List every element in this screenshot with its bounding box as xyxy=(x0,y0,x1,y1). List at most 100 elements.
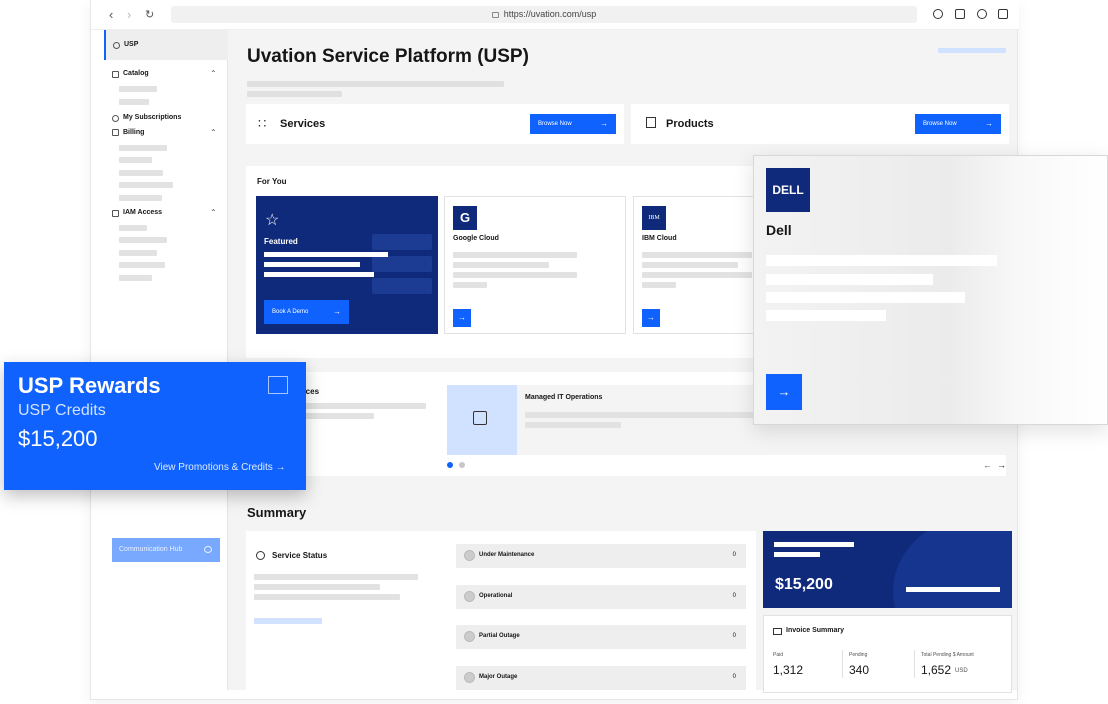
products-title: Products xyxy=(666,118,714,130)
share-icon[interactable] xyxy=(955,9,965,19)
status-label: Major Outage xyxy=(479,674,518,680)
browser-toolbar: ‹ › ↻ https://uvation.com/usp xyxy=(91,0,1019,30)
services-title: Services xyxy=(280,118,326,130)
back-icon[interactable]: ‹ xyxy=(109,8,113,22)
placeholder-line xyxy=(119,86,157,92)
featured-card: ☆ Featured Book A Demo → xyxy=(256,196,438,334)
sidebar-item-subscriptions[interactable]: My Subscriptions xyxy=(123,114,181,121)
server-graphic xyxy=(372,234,432,250)
communication-hub-label: Communication Hub xyxy=(119,546,183,553)
invoice-summary-card: Invoice Summary Paid 1,312 Pending 340 T… xyxy=(763,615,1012,693)
cloud-icon xyxy=(113,42,120,49)
placeholder-line xyxy=(525,422,621,428)
button-label: Browse Now xyxy=(538,121,572,127)
placeholder-line xyxy=(119,262,165,268)
placeholder-line xyxy=(119,157,152,163)
major-outage-icon xyxy=(464,672,475,683)
carousel-dot[interactable] xyxy=(459,462,465,468)
ibm-cloud-arrow-button[interactable]: → xyxy=(642,309,660,327)
placeholder-line xyxy=(247,91,342,97)
card-title: Google Cloud xyxy=(453,235,499,242)
button-label: Book A Demo xyxy=(272,309,309,315)
placeholder-line xyxy=(525,412,765,418)
placeholder-line xyxy=(938,48,1006,53)
dell-card[interactable]: DELL Dell → xyxy=(753,155,1108,425)
placeholder-line xyxy=(906,587,1000,592)
placeholder-line xyxy=(254,594,400,600)
summary-title: Summary xyxy=(247,505,307,520)
status-row-operational: Operational 0 xyxy=(456,585,746,609)
lock-icon xyxy=(112,210,119,217)
chevron-up-icon[interactable]: ⌃ xyxy=(210,69,217,78)
placeholder-line xyxy=(254,574,418,580)
forward-icon[interactable]: › xyxy=(127,8,131,22)
communication-hub-button[interactable]: Communication Hub xyxy=(112,538,220,562)
status-value: 0 xyxy=(732,593,736,599)
placeholder-line xyxy=(642,272,752,278)
carousel-prev-icon[interactable]: ← xyxy=(983,460,992,470)
placeholder-line xyxy=(119,99,149,105)
sidebar: USP Catalog ⌃ My Subscriptions Billing ⌃… xyxy=(104,30,228,690)
placeholder-line xyxy=(254,618,322,624)
carousel-dot-active[interactable] xyxy=(447,462,453,468)
divider xyxy=(842,650,843,678)
invoice-icon xyxy=(773,628,782,635)
placeholder-line xyxy=(642,252,752,258)
ibm-cloud-card[interactable]: IBM IBM Cloud → xyxy=(633,196,763,334)
maintenance-icon xyxy=(464,550,475,561)
placeholder-line xyxy=(766,255,997,266)
chevron-up-icon[interactable]: ⌃ xyxy=(210,128,217,137)
managed-it-title: Managed IT Operations xyxy=(525,394,603,401)
status-value: 0 xyxy=(732,674,736,680)
placeholder-line xyxy=(119,195,162,201)
sidebar-item-label: USP xyxy=(124,41,139,48)
billing-icon xyxy=(112,129,119,136)
download-icon[interactable] xyxy=(933,9,943,19)
sidebar-item-iam[interactable]: IAM Access xyxy=(123,209,162,216)
browse-services-button[interactable]: Browse Now → xyxy=(530,114,616,134)
rewards-subtitle: USP Credits xyxy=(18,402,106,419)
placeholder-line xyxy=(453,272,577,278)
placeholder-line xyxy=(119,225,147,231)
status-row-major-outage: Major Outage 0 xyxy=(456,666,746,690)
invoice-total-unit: USD xyxy=(955,668,968,674)
reload-icon[interactable]: ↻ xyxy=(145,8,154,22)
view-promotions-link[interactable]: View Promotions & Credits → xyxy=(154,462,286,473)
google-cloud-card[interactable]: G Google Cloud → xyxy=(444,196,626,334)
managed-it-thumbnail xyxy=(447,385,517,455)
document-search-icon xyxy=(473,411,487,425)
partial-outage-icon xyxy=(464,631,475,642)
browse-products-button[interactable]: Browse Now → xyxy=(915,114,1001,134)
status-value: 0 xyxy=(732,633,736,639)
status-label: Partial Outage xyxy=(479,633,520,639)
products-icon xyxy=(646,117,656,128)
catalog-icon xyxy=(112,71,119,78)
invoice-paid-value: 1,312 xyxy=(773,663,804,677)
new-tab-icon[interactable] xyxy=(977,9,987,19)
address-bar[interactable]: https://uvation.com/usp xyxy=(171,6,917,23)
dell-arrow-button[interactable]: → xyxy=(766,374,802,410)
placeholder-line xyxy=(642,262,738,268)
placeholder-line xyxy=(119,237,167,243)
invoice-paid-label: Paid xyxy=(773,652,784,658)
status-label: Operational xyxy=(479,593,513,599)
tabs-icon[interactable] xyxy=(998,9,1008,19)
link-label: View Promotions & Credits xyxy=(154,462,273,473)
balance-card: $15,200 xyxy=(763,531,1012,608)
usp-rewards-card: USP Rewards USP Credits $15,200 View Pro… xyxy=(4,362,306,490)
book-demo-button[interactable]: Book A Demo → xyxy=(264,300,349,324)
server-graphic xyxy=(372,278,432,294)
sidebar-item-catalog[interactable]: Catalog xyxy=(123,70,149,77)
sidebar-item-billing[interactable]: Billing xyxy=(123,129,144,136)
chevron-up-icon[interactable]: ⌃ xyxy=(210,208,217,217)
placeholder-line xyxy=(774,552,820,557)
services-icon: ∷ xyxy=(258,116,267,131)
subscription-icon xyxy=(112,115,119,122)
server-graphic xyxy=(372,256,432,272)
placeholder-line xyxy=(774,542,854,547)
google-cloud-arrow-button[interactable]: → xyxy=(453,309,471,327)
placeholder-line xyxy=(119,145,167,151)
sidebar-item-usp[interactable]: USP xyxy=(104,30,228,60)
carousel-next-icon[interactable]: → xyxy=(997,460,1006,470)
placeholder-line xyxy=(642,282,676,288)
